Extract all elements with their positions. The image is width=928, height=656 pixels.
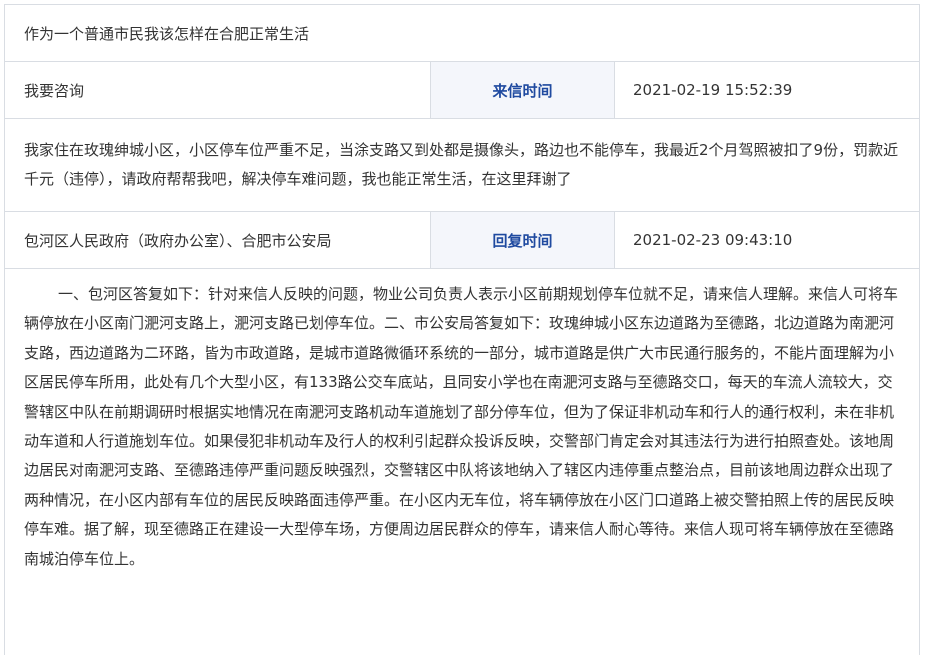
- reply-time-value: 2021-02-23 09:43:10: [633, 231, 793, 249]
- reply-time-label: 回复时间: [431, 212, 615, 268]
- message-title: 作为一个普通市民我该怎样在合肥正常生活: [24, 24, 310, 43]
- letter-time-value: 2021-02-19 15:52:39: [633, 81, 793, 99]
- reply-department: 包河区人民政府（政府办公室）、合肥市公安局: [5, 212, 431, 268]
- message-detail-table: 作为一个普通市民我该怎样在合肥正常生活 我要咨询 来信时间 2021-02-19…: [4, 4, 920, 655]
- answer-row: 一、包河区答复如下：针对来信人反映的问题，物业公司负责人表示小区前期规划停车位就…: [5, 269, 919, 656]
- message-content: 我家住在玫瑰绅城小区，小区停车位严重不足，当涂支路又到处都是摄像头，路边也不能停…: [24, 141, 899, 188]
- letter-time-label: 来信时间: [431, 62, 615, 118]
- message-category: 我要咨询: [5, 62, 431, 118]
- ask-row: 我要咨询 来信时间 2021-02-19 15:52:39: [5, 62, 919, 119]
- content-row: 我家住在玫瑰绅城小区，小区停车位严重不足，当涂支路又到处都是摄像头，路边也不能停…: [5, 119, 919, 212]
- reply-row: 包河区人民政府（政府办公室）、合肥市公安局 回复时间 2021-02-23 09…: [5, 212, 919, 269]
- reply-content: 一、包河区答复如下：针对来信人反映的问题，物业公司负责人表示小区前期规划停车位就…: [24, 285, 899, 568]
- title-row: 作为一个普通市民我该怎样在合肥正常生活: [5, 5, 919, 62]
